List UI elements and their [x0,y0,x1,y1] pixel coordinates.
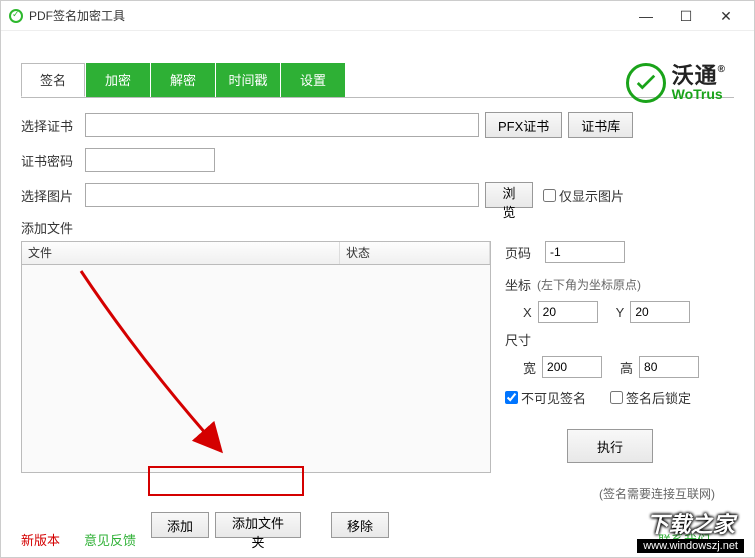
certstore-button[interactable]: 证书库 [568,112,633,138]
imageonly-checkbox[interactable] [543,189,556,202]
cert-label: 选择证书 [21,116,85,135]
app-icon [9,9,23,23]
invisible-checkbox-label[interactable]: 不可见签名 [505,388,586,407]
invisible-checkbox[interactable] [505,391,518,404]
y-input[interactable] [630,301,690,323]
cert-input[interactable] [85,113,479,137]
tab-timestamp[interactable]: 时间戳 [216,63,280,97]
height-label: 高 [620,358,633,377]
side-panel: 页码 坐标 (左下角为坐标原点) X Y 尺寸 宽 [505,241,715,502]
password-input[interactable] [85,148,215,172]
tab-decrypt[interactable]: 解密 [151,63,215,97]
file-table: 文件 状态 [21,241,491,502]
image-input[interactable] [85,183,479,207]
x-input[interactable] [538,301,598,323]
logo-cn: 沃通 [672,63,718,88]
watermark: 下载之家 www.windowszj.net [637,507,744,553]
minimize-button[interactable]: — [626,1,666,31]
watermark-url: www.windowszj.net [637,539,744,553]
footer: 新版本 意见反馈 联系我们 [21,530,734,549]
window-title: PDF签名加密工具 [29,7,626,24]
logo-en: WoTrus [672,87,726,101]
image-label: 选择图片 [21,186,85,205]
file-table-body[interactable] [21,265,491,473]
height-input[interactable] [639,356,699,378]
tab-sign[interactable]: 签名 [21,63,85,97]
page-input[interactable] [545,241,625,263]
col-status[interactable]: 状态 [340,242,490,264]
page-label: 页码 [505,243,539,262]
lock-checkbox-label[interactable]: 签名后锁定 [610,388,691,407]
pfx-button[interactable]: PFX证书 [485,112,562,138]
watermark-text: 下载之家 [637,507,744,539]
coord-label: 坐标 [505,275,531,294]
network-hint: (签名需要连接互联网) [505,485,715,502]
width-input[interactable] [542,356,602,378]
size-label: 尺寸 [505,330,531,349]
x-label: X [523,305,532,320]
titlebar: PDF签名加密工具 — ☐ ✕ [1,1,754,31]
addfile-label: 添加文件 [21,218,85,237]
maximize-button[interactable]: ☐ [666,1,706,31]
execute-button[interactable]: 执行 [567,429,653,463]
brand-logo: 沃通® WoTrus [626,63,726,103]
new-version-link[interactable]: 新版本 [21,530,60,549]
col-file[interactable]: 文件 [22,242,340,264]
tab-settings[interactable]: 设置 [281,63,345,97]
tab-encrypt[interactable]: 加密 [86,63,150,97]
imageonly-checkbox-label[interactable]: 仅显示图片 [543,186,624,205]
feedback-link[interactable]: 意见反馈 [84,530,136,549]
close-button[interactable]: ✕ [706,1,746,31]
lock-checkbox[interactable] [610,391,623,404]
y-label: Y [616,305,625,320]
password-label: 证书密码 [21,151,85,170]
coord-hint: (左下角为坐标原点) [537,276,641,293]
width-label: 宽 [523,358,536,377]
logo-badge-icon [626,63,666,103]
browse-button[interactable]: 浏览 [485,182,533,208]
